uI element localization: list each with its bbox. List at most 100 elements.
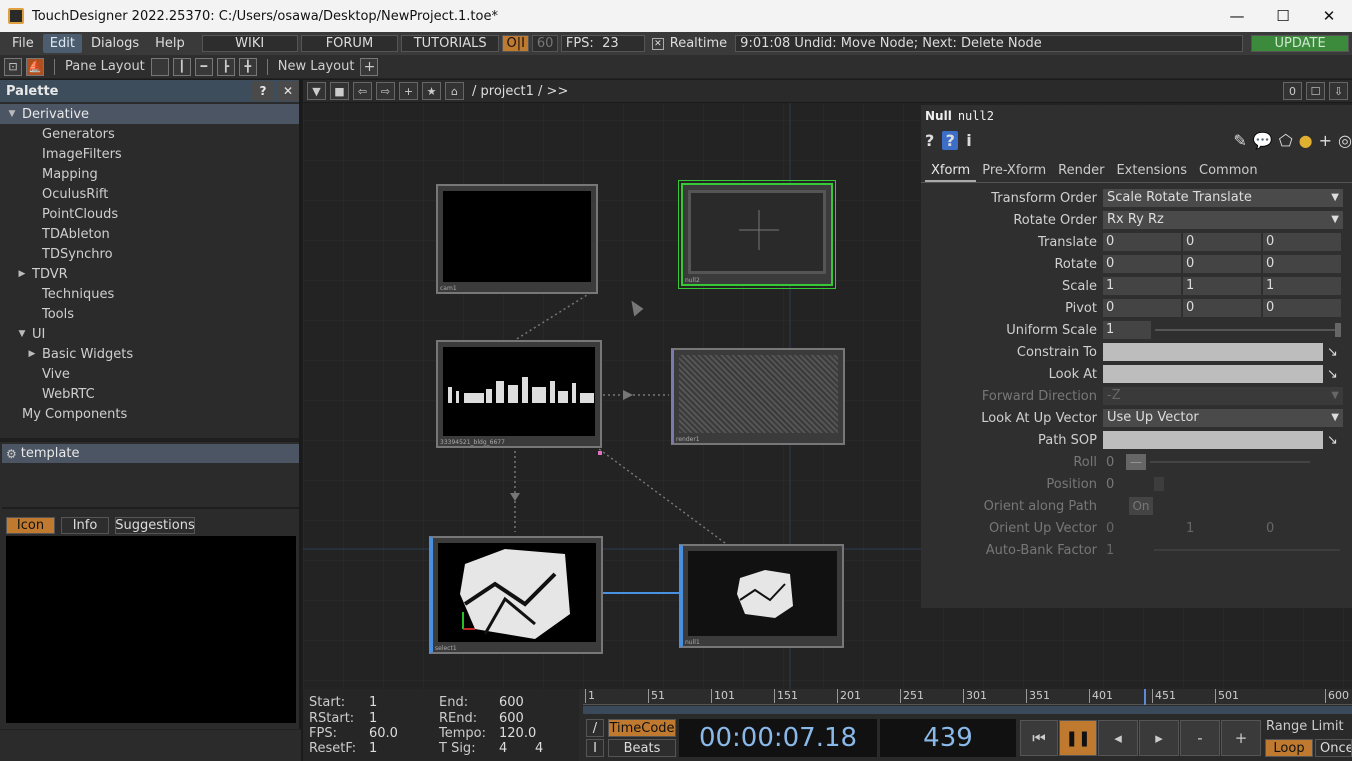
end-value[interactable]: 600 <box>499 695 524 710</box>
node-null2[interactable]: null2 <box>678 180 836 289</box>
node-building-geo[interactable]: 33394521_bldg_6677 <box>436 340 602 448</box>
download-icon[interactable]: ⇩ <box>1329 82 1348 100</box>
palette-item-mapping[interactable]: Mapping <box>0 164 299 184</box>
fps-cap-field[interactable]: 60 <box>532 35 558 52</box>
node-null1[interactable]: null1 <box>679 544 844 648</box>
template-row[interactable]: ⚙ template <box>2 444 299 463</box>
rotate-x-field[interactable]: 0 <box>1103 255 1181 273</box>
add-operator-icon[interactable]: + <box>399 82 418 100</box>
timeline-scrollbar[interactable] <box>583 706 1352 714</box>
realtime-checkbox[interactable]: ✕ <box>652 37 664 50</box>
timeline-ruler[interactable]: 1 51 101 151 201 251 301 351 401 451 501 600 <box>583 689 1352 705</box>
drag-link-icon[interactable]: ↘ <box>1327 367 1338 382</box>
translate-y-field[interactable]: 0 <box>1183 233 1261 251</box>
rend-value[interactable]: 600 <box>499 711 524 726</box>
comment-icon[interactable]: 💬 <box>1253 131 1273 150</box>
minimize-button[interactable]: — <box>1214 0 1260 32</box>
tutorials-button[interactable]: TUTORIALS <box>401 35 500 52</box>
network-path[interactable]: / project1 / >> <box>472 84 568 99</box>
stop-icon[interactable]: ■ <box>330 82 349 100</box>
pivot-x-field[interactable]: 0 <box>1103 299 1181 317</box>
timeline-slash-button[interactable]: / <box>586 719 604 737</box>
scale-x-field[interactable]: 1 <box>1103 277 1181 295</box>
layout-three-icon[interactable]: ┣ <box>216 57 235 76</box>
tab-pre-xform[interactable]: Pre-Xform <box>976 161 1052 182</box>
layout-four-icon[interactable]: ╋ <box>238 57 257 76</box>
tab-extensions[interactable]: Extensions <box>1110 161 1193 182</box>
python-help-icon[interactable]: ? <box>942 131 959 150</box>
pane-maximize-icon[interactable]: ☐ <box>1306 82 1325 100</box>
palette-item-ui[interactable]: ▼ UI <box>0 324 299 344</box>
palette-item-tdvr[interactable]: ▶ TDVR <box>0 264 299 284</box>
node-select1[interactable]: select1 <box>429 536 603 654</box>
forward-icon[interactable]: ⇨ <box>376 82 395 100</box>
pivot-z-field[interactable]: 0 <box>1263 299 1341 317</box>
operator-name[interactable]: null2 <box>958 109 994 123</box>
info-icon[interactable]: i <box>966 131 971 150</box>
step-forward-button[interactable]: ▸ <box>1139 720 1179 756</box>
palette-item-derivative[interactable]: ▼ Derivative <box>0 104 299 124</box>
boat-icon[interactable]: ⛵ <box>26 57 44 76</box>
close-window-button[interactable]: ✕ <box>1306 0 1352 32</box>
chevron-down-icon[interactable]: ▼ <box>16 329 28 339</box>
network-menu-icon[interactable]: ▼ <box>307 82 326 100</box>
rotate-z-field[interactable]: 0 <box>1263 255 1341 273</box>
menu-dialogs[interactable]: Dialogs <box>84 34 146 53</box>
timecode-display[interactable]: 00:00:07.18 <box>679 719 877 757</box>
drag-link-icon[interactable]: ↘ <box>1327 345 1338 360</box>
decrease-button[interactable]: - <box>1180 720 1220 756</box>
once-button[interactable]: Once <box>1315 739 1352 757</box>
tab-render[interactable]: Render <box>1052 161 1110 182</box>
pencil-icon[interactable]: ✎ <box>1233 131 1246 150</box>
uniform-scale-field[interactable]: 1 <box>1103 321 1151 339</box>
playhead[interactable] <box>1144 689 1146 705</box>
translate-x-field[interactable]: 0 <box>1103 233 1181 251</box>
rewind-button[interactable]: ⏮ <box>1020 720 1058 756</box>
scale-z-field[interactable]: 1 <box>1263 277 1341 295</box>
palette-item-webrtc[interactable]: WebRTC <box>0 384 299 404</box>
constrain-to-field[interactable] <box>1103 343 1323 361</box>
rotate-order-menu[interactable]: Rx Ry Rz ▼ <box>1103 211 1343 229</box>
path-sop-field[interactable] <box>1103 431 1323 449</box>
pause-button[interactable]: ❚❚ <box>1059 720 1097 756</box>
step-back-button[interactable]: ◂ <box>1098 720 1138 756</box>
palette-item-oculusrift[interactable]: OculusRift <box>0 184 299 204</box>
palette-item-tdableton[interactable]: TDAbleton <box>0 224 299 244</box>
loop-button[interactable]: Loop <box>1265 739 1313 757</box>
tab-xform[interactable]: Xform <box>925 161 977 182</box>
look-at-up-menu[interactable]: Use Up Vector ▼ <box>1103 409 1343 427</box>
palette-item-vive[interactable]: Vive <box>0 364 299 384</box>
palette-item-generators[interactable]: Generators <box>0 124 299 144</box>
palette-item-basic-widgets[interactable]: ▶ Basic Widgets <box>0 344 299 364</box>
palette-help-button[interactable]: ? <box>252 81 274 101</box>
perform-mode-button[interactable]: O|I <box>502 35 530 52</box>
tempo-value[interactable]: 120.0 <box>499 726 536 741</box>
uniform-scale-slider[interactable] <box>1155 323 1341 337</box>
back-icon[interactable]: ⇦ <box>353 82 372 100</box>
tab-info[interactable]: Info <box>61 517 109 534</box>
palette-item-imagefilters[interactable]: ImageFilters <box>0 144 299 164</box>
pivot-y-field[interactable]: 0 <box>1183 299 1261 317</box>
add-icon[interactable]: + <box>1319 131 1332 150</box>
bookmark-star-icon[interactable]: ★ <box>422 82 441 100</box>
beats-button[interactable]: Beats <box>608 739 676 757</box>
menu-help[interactable]: Help <box>148 34 192 53</box>
palette-close-button[interactable]: ✕ <box>277 81 299 101</box>
chevron-right-icon[interactable]: ▶ <box>26 349 38 359</box>
node-cam1[interactable]: cam1 <box>436 184 598 294</box>
tab-suggestions[interactable]: Suggestions <box>115 517 195 534</box>
transform-order-menu[interactable]: Scale Rotate Translate ▼ <box>1103 189 1343 207</box>
drag-link-icon[interactable]: ↘ <box>1327 433 1338 448</box>
start-value[interactable]: 1 <box>369 695 377 710</box>
menu-file[interactable]: File <box>5 34 41 53</box>
tsig-denominator[interactable]: 4 <box>535 741 543 756</box>
chevron-right-icon[interactable]: ▶ <box>16 269 28 279</box>
fps-value[interactable]: 60.0 <box>369 726 398 741</box>
rstart-value[interactable]: 1 <box>369 711 377 726</box>
new-layout-button[interactable]: + <box>360 57 379 76</box>
tab-icon[interactable]: Icon <box>6 517 55 534</box>
slider-handle[interactable] <box>1335 323 1341 337</box>
palette-item-tdsynchro[interactable]: TDSynchro <box>0 244 299 264</box>
python-icon[interactable]: ● <box>1299 131 1313 150</box>
layout-single-icon[interactable] <box>150 57 169 76</box>
